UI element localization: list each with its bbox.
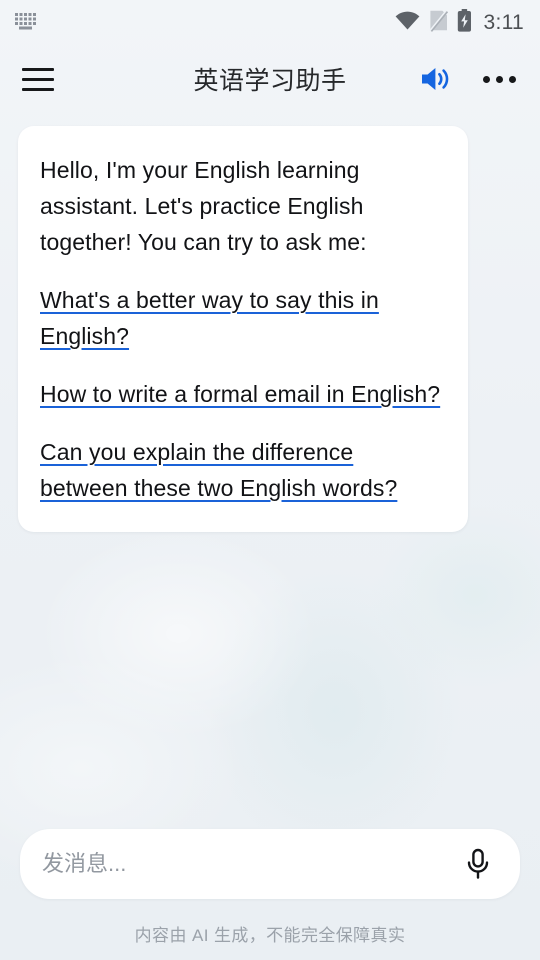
keyboard-icon — [14, 12, 40, 35]
bottom-spacer — [0, 946, 540, 960]
no-sim-icon — [429, 9, 449, 37]
ai-disclaimer: 内容由 AI 生成，不能完全保障真实 — [134, 926, 406, 945]
status-bar-right: 3:11 — [395, 9, 524, 37]
speaker-on-icon[interactable] — [419, 64, 455, 94]
battery-charging-icon — [457, 9, 472, 37]
assistant-intro-text: Hello, I'm your English learning assista… — [40, 157, 367, 255]
hamburger-bar — [22, 67, 54, 71]
suggestion-list: What's a better way to say this in Engli… — [40, 282, 444, 506]
overflow-dot — [483, 75, 490, 83]
suggestion-link-3[interactable]: Can you explain the difference between t… — [40, 434, 444, 506]
message-input[interactable] — [42, 829, 458, 899]
hamburger-menu-icon[interactable] — [22, 57, 66, 101]
status-bar: 3:11 — [0, 0, 540, 46]
hamburger-bar — [22, 77, 54, 81]
suggestion-link-1[interactable]: What's a better way to say this in Engli… — [40, 282, 444, 354]
composer: 内容由 AI 生成，不能完全保障真实 — [0, 829, 540, 946]
overflow-dot — [509, 75, 516, 83]
app-bar: 英语学习助手 — [0, 46, 540, 112]
more-horizontal-icon[interactable] — [481, 70, 518, 89]
suggestion-link-2[interactable]: How to write a formal email in English? — [40, 376, 444, 412]
microphone-icon[interactable] — [458, 844, 498, 884]
hamburger-bar — [22, 87, 54, 91]
status-bar-left — [14, 12, 40, 35]
phone-screen: 3:11 英语学习助手 Hello, I'm your English lear… — [0, 0, 540, 960]
overflow-dot — [496, 75, 503, 83]
wifi-icon — [395, 11, 420, 35]
status-clock: 3:11 — [483, 11, 524, 34]
app-bar-actions — [419, 64, 518, 94]
composer-input-row — [20, 829, 520, 899]
conversation-area: Hello, I'm your English learning assista… — [0, 112, 540, 829]
assistant-message-card: Hello, I'm your English learning assista… — [18, 126, 468, 532]
